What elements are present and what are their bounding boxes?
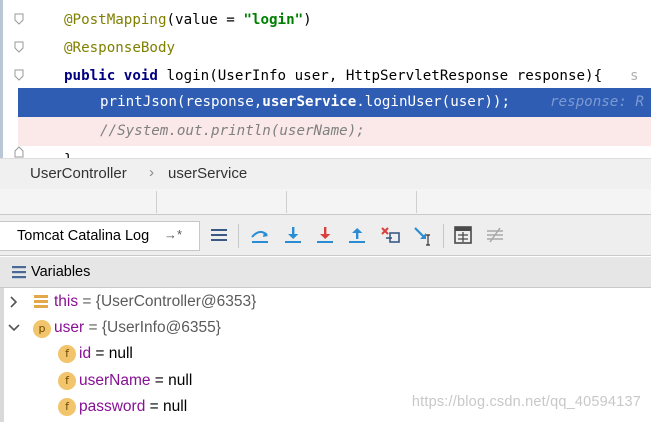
variable-value: = null: [150, 372, 193, 389]
variable-value: = {UserController@6353}: [78, 293, 257, 310]
variable-value: = null: [145, 398, 188, 415]
code-line[interactable]: public void login(UserInfo user, HttpSer…: [32, 62, 651, 90]
trace-stream-icon[interactable]: [485, 225, 507, 247]
variable-name: user: [54, 319, 85, 336]
code-line[interactable]: @ResponseBody: [32, 34, 651, 62]
keyword-token: void: [123, 68, 158, 84]
drop-frame-icon[interactable]: [380, 225, 402, 247]
toolbar-separator: [443, 224, 444, 248]
splitter-tick: [156, 191, 157, 213]
run-to-cursor-icon[interactable]: [412, 225, 434, 247]
code-line[interactable]: @PostMapping(value = "login"): [32, 6, 651, 34]
chevron-down-icon[interactable]: [8, 322, 20, 334]
fold-marker-icon[interactable]: [14, 41, 24, 53]
pin-tab-icon[interactable]: →*: [164, 227, 182, 242]
parameter-icon: p: [33, 320, 51, 338]
splitter-tick: [416, 191, 417, 213]
chevron-right-icon: ›: [149, 164, 154, 181]
variable-name: password: [79, 398, 146, 415]
fold-marker-icon[interactable]: [14, 69, 24, 81]
variable-name: id: [79, 345, 92, 362]
list-item[interactable]: id = null: [79, 341, 133, 367]
breadcrumb-item[interactable]: UserController: [30, 165, 127, 182]
comment-token: //System.out.println(userName);: [100, 123, 365, 139]
force-step-into-icon[interactable]: [314, 225, 336, 247]
debug-toolbar: Tomcat Catalina Log →*: [0, 215, 651, 256]
field-token: userService: [262, 94, 357, 110]
field-icon: f: [58, 372, 76, 390]
tab-tomcat-catalina-log[interactable]: Tomcat Catalina Log →*: [0, 221, 200, 251]
code-token: .loginUser(user));: [356, 94, 511, 110]
stack-icon: [33, 293, 49, 309]
current-execution-line[interactable]: printJson(response,userService.loginUser…: [18, 88, 651, 117]
annotation-token: @ResponseBody: [64, 40, 176, 56]
step-into-icon[interactable]: [282, 225, 304, 247]
toolbar-separator: [238, 224, 239, 248]
code-token: (value =: [166, 12, 244, 28]
code-line[interactable]: }: [32, 146, 651, 158]
string-token: "login": [243, 12, 304, 28]
variable-value: = null: [91, 345, 133, 362]
code-editor[interactable]: @PostMapping(value = "login") @ResponseB…: [0, 0, 651, 158]
tab-label: Tomcat Catalina Log: [17, 228, 150, 244]
breadcrumb-item[interactable]: userService: [168, 165, 247, 182]
evaluate-expression-icon[interactable]: [453, 225, 475, 247]
inline-debug-value: response: R: [550, 94, 644, 110]
variable-name: this: [54, 293, 79, 310]
editor-gutter-edge: [0, 0, 3, 158]
step-out-icon[interactable]: [346, 225, 368, 247]
list-item[interactable]: password = null: [79, 394, 187, 420]
list-item[interactable]: this = {UserController@6353}: [54, 289, 256, 315]
variables-icon: [12, 266, 26, 279]
code-token: }: [64, 146, 73, 158]
list-item[interactable]: user = {UserInfo@6355}: [54, 315, 221, 341]
variable-name: userName: [79, 372, 151, 389]
code-token: printJson(response,: [100, 94, 263, 110]
chevron-right-icon[interactable]: [8, 296, 20, 308]
code-line[interactable]: //System.out.println(userName);: [18, 117, 651, 146]
breadcrumb: UserController › userService: [0, 158, 651, 189]
list-item[interactable]: userName = null: [79, 368, 192, 394]
splitter-tick: [286, 191, 287, 213]
fold-marker-icon[interactable]: [14, 13, 24, 25]
tool-window-splitter[interactable]: [0, 189, 651, 215]
variables-panel-header: Variables: [0, 257, 651, 288]
code-token: login(UserInfo user, HttpServletResponse…: [157, 68, 603, 84]
variable-value: = {UserInfo@6355}: [84, 319, 221, 336]
variables-title: Variables: [31, 264, 91, 280]
watermark: https://blog.csdn.net/qq_40594137: [411, 394, 641, 410]
code-token: ): [303, 12, 312, 28]
hamburger-menu-icon[interactable]: [209, 225, 231, 247]
annotation-token: @PostMapping: [64, 12, 167, 28]
keyword-token: public: [64, 68, 116, 84]
field-icon: f: [58, 345, 76, 363]
field-icon: f: [58, 398, 76, 416]
truncated-token: s: [630, 68, 639, 84]
step-over-icon[interactable]: [249, 225, 271, 247]
panel-edge: [0, 288, 4, 422]
